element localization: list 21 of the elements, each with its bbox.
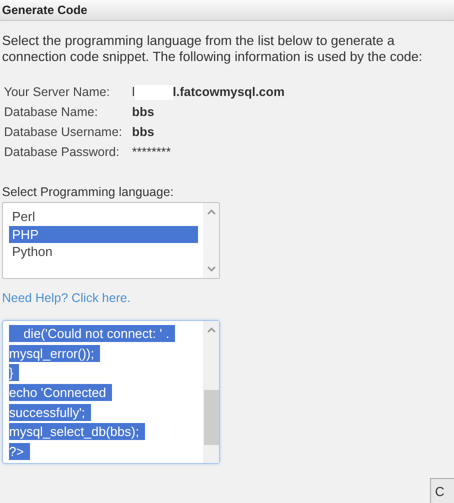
info-value: bbs — [132, 104, 154, 121]
scroll-up-icon[interactable] — [206, 327, 216, 333]
info-value: l — [132, 84, 135, 101]
dialog-title: Generate Code — [2, 3, 88, 17]
dialog-button[interactable]: C — [430, 478, 454, 503]
scrollbar-thumb[interactable] — [204, 390, 218, 445]
language-option[interactable]: Python — [9, 243, 198, 260]
language-option[interactable]: PHP — [9, 226, 198, 243]
language-option[interactable]: Perl — [9, 208, 198, 226]
info-value: bbs — [132, 124, 154, 141]
scroll-up-icon[interactable] — [206, 209, 216, 215]
description-text: Select the programming language from the list below to generate a connection code snippet. The following information is used by the code: — [2, 33, 424, 65]
language-label: Select Programming language: — [2, 185, 175, 199]
info-value: l.fatcowmysql.com — [172, 84, 285, 101]
info-label: Database Name: — [4, 104, 99, 121]
scroll-down-icon[interactable] — [206, 266, 216, 272]
info-label: Database Password: — [4, 144, 120, 161]
code-textarea[interactable]: die('Could not connect: ' . mysql_error()); } echo 'Connected successfully'; mysql_select_db(bbs); ?> — [2, 320, 220, 464]
info-value: ******** — [132, 144, 171, 161]
info-label: Your Server Name: — [4, 84, 111, 101]
info-label: Database Username: — [4, 124, 124, 141]
